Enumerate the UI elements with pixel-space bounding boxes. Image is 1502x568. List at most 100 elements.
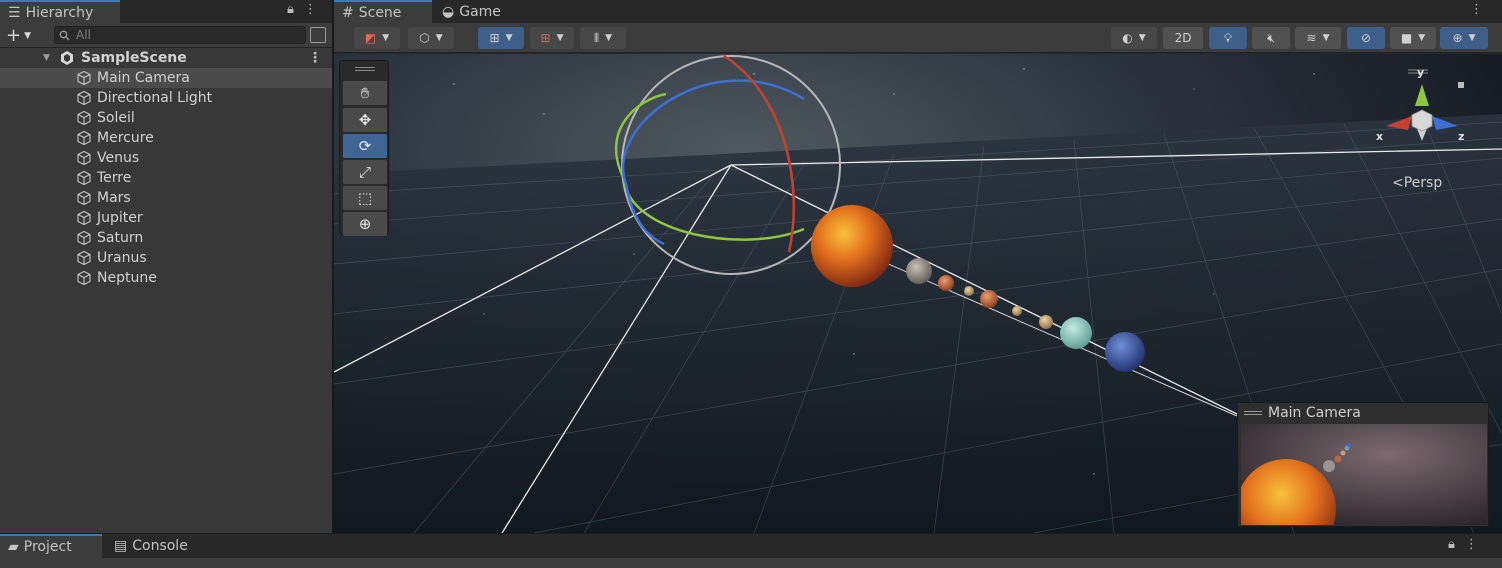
- hand-tool-button[interactable]: ✋︎: [343, 81, 387, 105]
- object-label: Jupiter: [97, 210, 143, 226]
- hierarchy-toolbar: + ▼ All: [0, 23, 332, 48]
- tab-scene[interactable]: # Scene: [334, 0, 432, 23]
- list-item[interactable]: Jupiter: [0, 208, 332, 228]
- list-item[interactable]: Mars: [0, 188, 332, 208]
- x-axis-cone[interactable]: [1386, 116, 1412, 130]
- drag-handle[interactable]: [1244, 411, 1262, 415]
- gamepad-icon: ◒: [442, 3, 455, 20]
- list-item[interactable]: Mercure: [0, 128, 332, 148]
- scale-icon: ⤢: [358, 163, 371, 181]
- gameobject-cube-icon: [77, 110, 91, 126]
- snap-icon: ⊞: [540, 31, 551, 45]
- chevron-down-icon: ▼: [556, 33, 564, 43]
- tab-project[interactable]: ▰ Project: [0, 534, 102, 558]
- tab-game-label: Game: [459, 3, 501, 20]
- list-item[interactable]: Neptune: [0, 268, 332, 288]
- kebab-menu-icon[interactable]: ⋮: [308, 50, 322, 66]
- ruler-dropdown[interactable]: ⦀ ▼: [580, 27, 626, 49]
- scene-tab-bar: # Scene ◒ Game ⋮: [334, 0, 1502, 23]
- gameobject-cube-icon: [77, 230, 91, 246]
- projection-toggle[interactable]: <Persp: [1392, 175, 1442, 191]
- layers-icon: ≋: [1306, 31, 1317, 45]
- tab-hierarchy[interactable]: ☰ Hierarchy: [0, 0, 120, 23]
- rotate-tool-button[interactable]: ⟳: [343, 134, 387, 158]
- camera-settings-dropdown[interactable]: ■ ▼: [1390, 27, 1436, 49]
- projection-label: Persp: [1403, 175, 1443, 191]
- mercury-planet: [906, 258, 932, 284]
- list-item[interactable]: Uranus: [0, 248, 332, 268]
- scene-panel: # Scene ◒ Game ⋮ ◩ ▼ ⬡ ▼ ⊞ ▼ ⊞ ▼ ⦀ ▼ ◐ ▼…: [334, 0, 1502, 533]
- lighting-toggle[interactable]: 💡︎: [1209, 27, 1247, 49]
- lock-icon[interactable]: 🔒︎: [287, 2, 294, 17]
- create-button[interactable]: + ▼: [6, 25, 31, 46]
- search-filter-icon[interactable]: [310, 27, 326, 43]
- foldout-arrow-icon[interactable]: ▼: [43, 53, 50, 63]
- scale-tool-button[interactable]: ⤢: [343, 160, 387, 184]
- audio-toggle[interactable]: 🔇︎: [1252, 27, 1290, 49]
- object-label: Main Camera: [97, 70, 190, 86]
- gameobject-cube-icon: [77, 90, 91, 106]
- gameobject-cube-icon: [77, 270, 91, 286]
- hierarchy-tree: ▼ SampleScene ⋮ Main Camera Directional …: [0, 48, 332, 288]
- list-item[interactable]: Saturn: [0, 228, 332, 248]
- camera-preview-header[interactable]: Main Camera: [1238, 403, 1488, 423]
- search-field[interactable]: All: [54, 26, 306, 44]
- scene-viewport[interactable]: ✋︎ ✥ ⟳ ⤢ ⬚ ⊕ y x z <Persp Main Camera: [334, 54, 1502, 533]
- earth-planet: [964, 286, 974, 296]
- list-item[interactable]: Venus: [0, 148, 332, 168]
- hierarchy-panel: ☰ Hierarchy 🔒︎ ⋮ + ▼ All ▼ SampleScene ⋮…: [0, 0, 332, 533]
- kebab-menu-icon[interactable]: ⋮: [1470, 2, 1483, 17]
- list-item[interactable]: Main Camera: [0, 68, 332, 88]
- kebab-menu-icon[interactable]: ⋮: [304, 2, 317, 17]
- cube-icon: ⬡: [419, 31, 430, 45]
- center-cube[interactable]: [1411, 109, 1433, 132]
- list-icon: ☰: [8, 4, 21, 21]
- camera-preview-overlay[interactable]: Main Camera: [1237, 402, 1489, 527]
- list-item[interactable]: Soleil: [0, 108, 332, 128]
- z-axis-cone[interactable]: [1432, 116, 1458, 130]
- global-local-dropdown[interactable]: ⬡ ▼: [408, 27, 454, 49]
- folder-icon: ▰: [8, 539, 19, 555]
- object-label: Mercure: [97, 130, 154, 146]
- z-axis-label: z: [1458, 130, 1465, 143]
- lock-icon[interactable]: 🔒︎: [1448, 537, 1455, 552]
- grid-snap-toggle[interactable]: ⊞ ▼: [478, 27, 524, 49]
- kebab-menu-icon[interactable]: ⋮: [1465, 537, 1478, 552]
- grid-icon: #: [342, 4, 354, 21]
- drag-handle[interactable]: [355, 67, 375, 71]
- object-label: Terre: [97, 170, 132, 186]
- camera-icon: ■: [1400, 31, 1413, 45]
- eye-hidden-icon: ⊘: [1360, 31, 1372, 45]
- y-axis-cone[interactable]: [1415, 84, 1429, 106]
- chevron-down-icon: ▼: [1322, 33, 1330, 43]
- draw-mode-dropdown[interactable]: ◩ ▼: [354, 27, 400, 49]
- plus-icon: +: [6, 25, 22, 46]
- transform-icon: ⊕: [358, 215, 372, 233]
- transform-tool-button[interactable]: ⊕: [343, 212, 387, 236]
- venus-planet: [938, 275, 954, 291]
- tab-scene-label: Scene: [358, 4, 402, 21]
- shading-sphere-icon: ◐: [1122, 31, 1133, 45]
- lock-icon[interactable]: [1458, 82, 1464, 88]
- gizmos-dropdown[interactable]: ⊕ ▼: [1440, 27, 1488, 49]
- move-tool-button[interactable]: ✥: [343, 108, 387, 132]
- effects-dropdown[interactable]: ≋ ▼: [1295, 27, 1341, 49]
- scene-visibility-toggle[interactable]: ⊘: [1347, 27, 1385, 49]
- list-item[interactable]: Directional Light: [0, 88, 332, 108]
- object-label: Neptune: [97, 270, 157, 286]
- tab-game[interactable]: ◒ Game: [434, 0, 514, 23]
- project-toolbar: [0, 558, 1502, 568]
- tab-console[interactable]: ▤ Console: [106, 534, 206, 558]
- list-item[interactable]: Terre: [0, 168, 332, 188]
- scene-row[interactable]: ▼ SampleScene ⋮: [0, 48, 332, 68]
- chevron-down-icon: ▼: [1418, 33, 1426, 43]
- jupiter-planet: [1012, 306, 1022, 316]
- toggle-2d-button[interactable]: 2D: [1163, 27, 1203, 49]
- chevron-down-icon: ▼: [24, 30, 32, 41]
- gameobject-cube-icon: [77, 170, 91, 186]
- increment-snap-toggle[interactable]: ⊞ ▼: [530, 27, 574, 49]
- bottom-tab-controls: 🔒︎ ⋮: [1448, 537, 1478, 552]
- camera-preview-image: [1241, 424, 1487, 525]
- rect-tool-button[interactable]: ⬚: [343, 186, 387, 210]
- shading-mode-dropdown[interactable]: ◐ ▼: [1111, 27, 1157, 49]
